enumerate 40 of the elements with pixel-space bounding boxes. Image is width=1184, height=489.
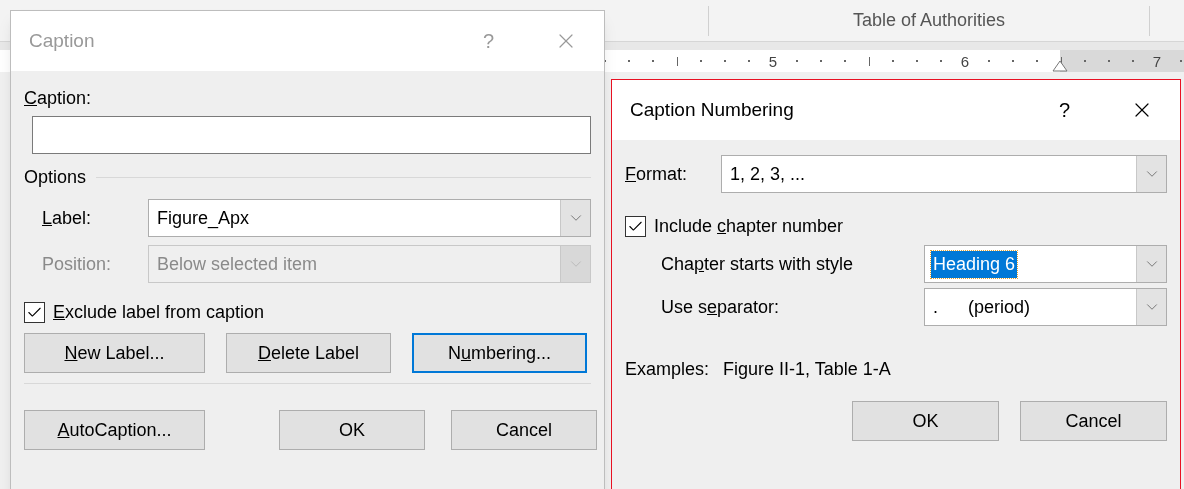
field-label: Label: [41, 206, 93, 230]
combo-value: Below selected item [156, 252, 319, 276]
help-button[interactable]: ? [1058, 95, 1070, 125]
label-dropdown[interactable]: Figure_Apx [148, 199, 591, 237]
examples-value: Figure II-1, Table 1-A [723, 358, 891, 381]
checkbox-label: Exclude label from caption [53, 301, 265, 324]
combo-value: 1, 2, 3, ... [729, 162, 807, 186]
dialog-button[interactable]: Cancel [1020, 401, 1167, 441]
field-label: Position: [41, 252, 113, 276]
dialog-button[interactable]: Delete Label [226, 333, 391, 373]
ruler-tick [676, 56, 678, 66]
style-dropdown[interactable]: . (period) [924, 288, 1167, 326]
ruler-number: 6 [960, 53, 970, 69]
caption-input[interactable] [32, 116, 591, 154]
dialog-title: Caption Numbering [630, 97, 795, 122]
dialog-title: Caption [29, 28, 96, 53]
format-dropdown[interactable]: 1, 2, 3, ... [721, 155, 1167, 193]
ruler-number: 5 [768, 53, 778, 69]
checkbox[interactable] [625, 216, 646, 237]
field-label: Chapter starts with style [660, 252, 855, 276]
field-label: Caption: [24, 87, 93, 110]
checkbox[interactable] [24, 302, 45, 323]
ruler-number: 7 [1152, 53, 1162, 69]
combo-value: . (period) [932, 295, 1032, 319]
dialog-button[interactable]: AutoCaption... [24, 410, 205, 450]
dialog-button[interactable]: Cancel [451, 410, 597, 450]
style-dropdown[interactable]: Heading 6 [924, 245, 1167, 283]
ruler-tick [868, 56, 870, 66]
combo-value: Figure_Apx [156, 206, 251, 231]
combo-value: Heading 6 [931, 250, 1018, 278]
checkbox-label: Include chapter number [654, 215, 844, 238]
dialog-button[interactable]: Numbering... [412, 333, 587, 373]
examples-label: Examples: [625, 358, 710, 381]
ribbon-group-label: Table of Authorities [851, 9, 1007, 32]
dialog-button[interactable]: OK [852, 401, 999, 441]
dialog-button[interactable]: OK [279, 410, 425, 450]
group-heading: Options [24, 166, 87, 189]
field-label: Format: [625, 162, 688, 186]
dialog-button[interactable]: New Label... [24, 333, 205, 373]
field-label: Use separator: [660, 295, 781, 319]
